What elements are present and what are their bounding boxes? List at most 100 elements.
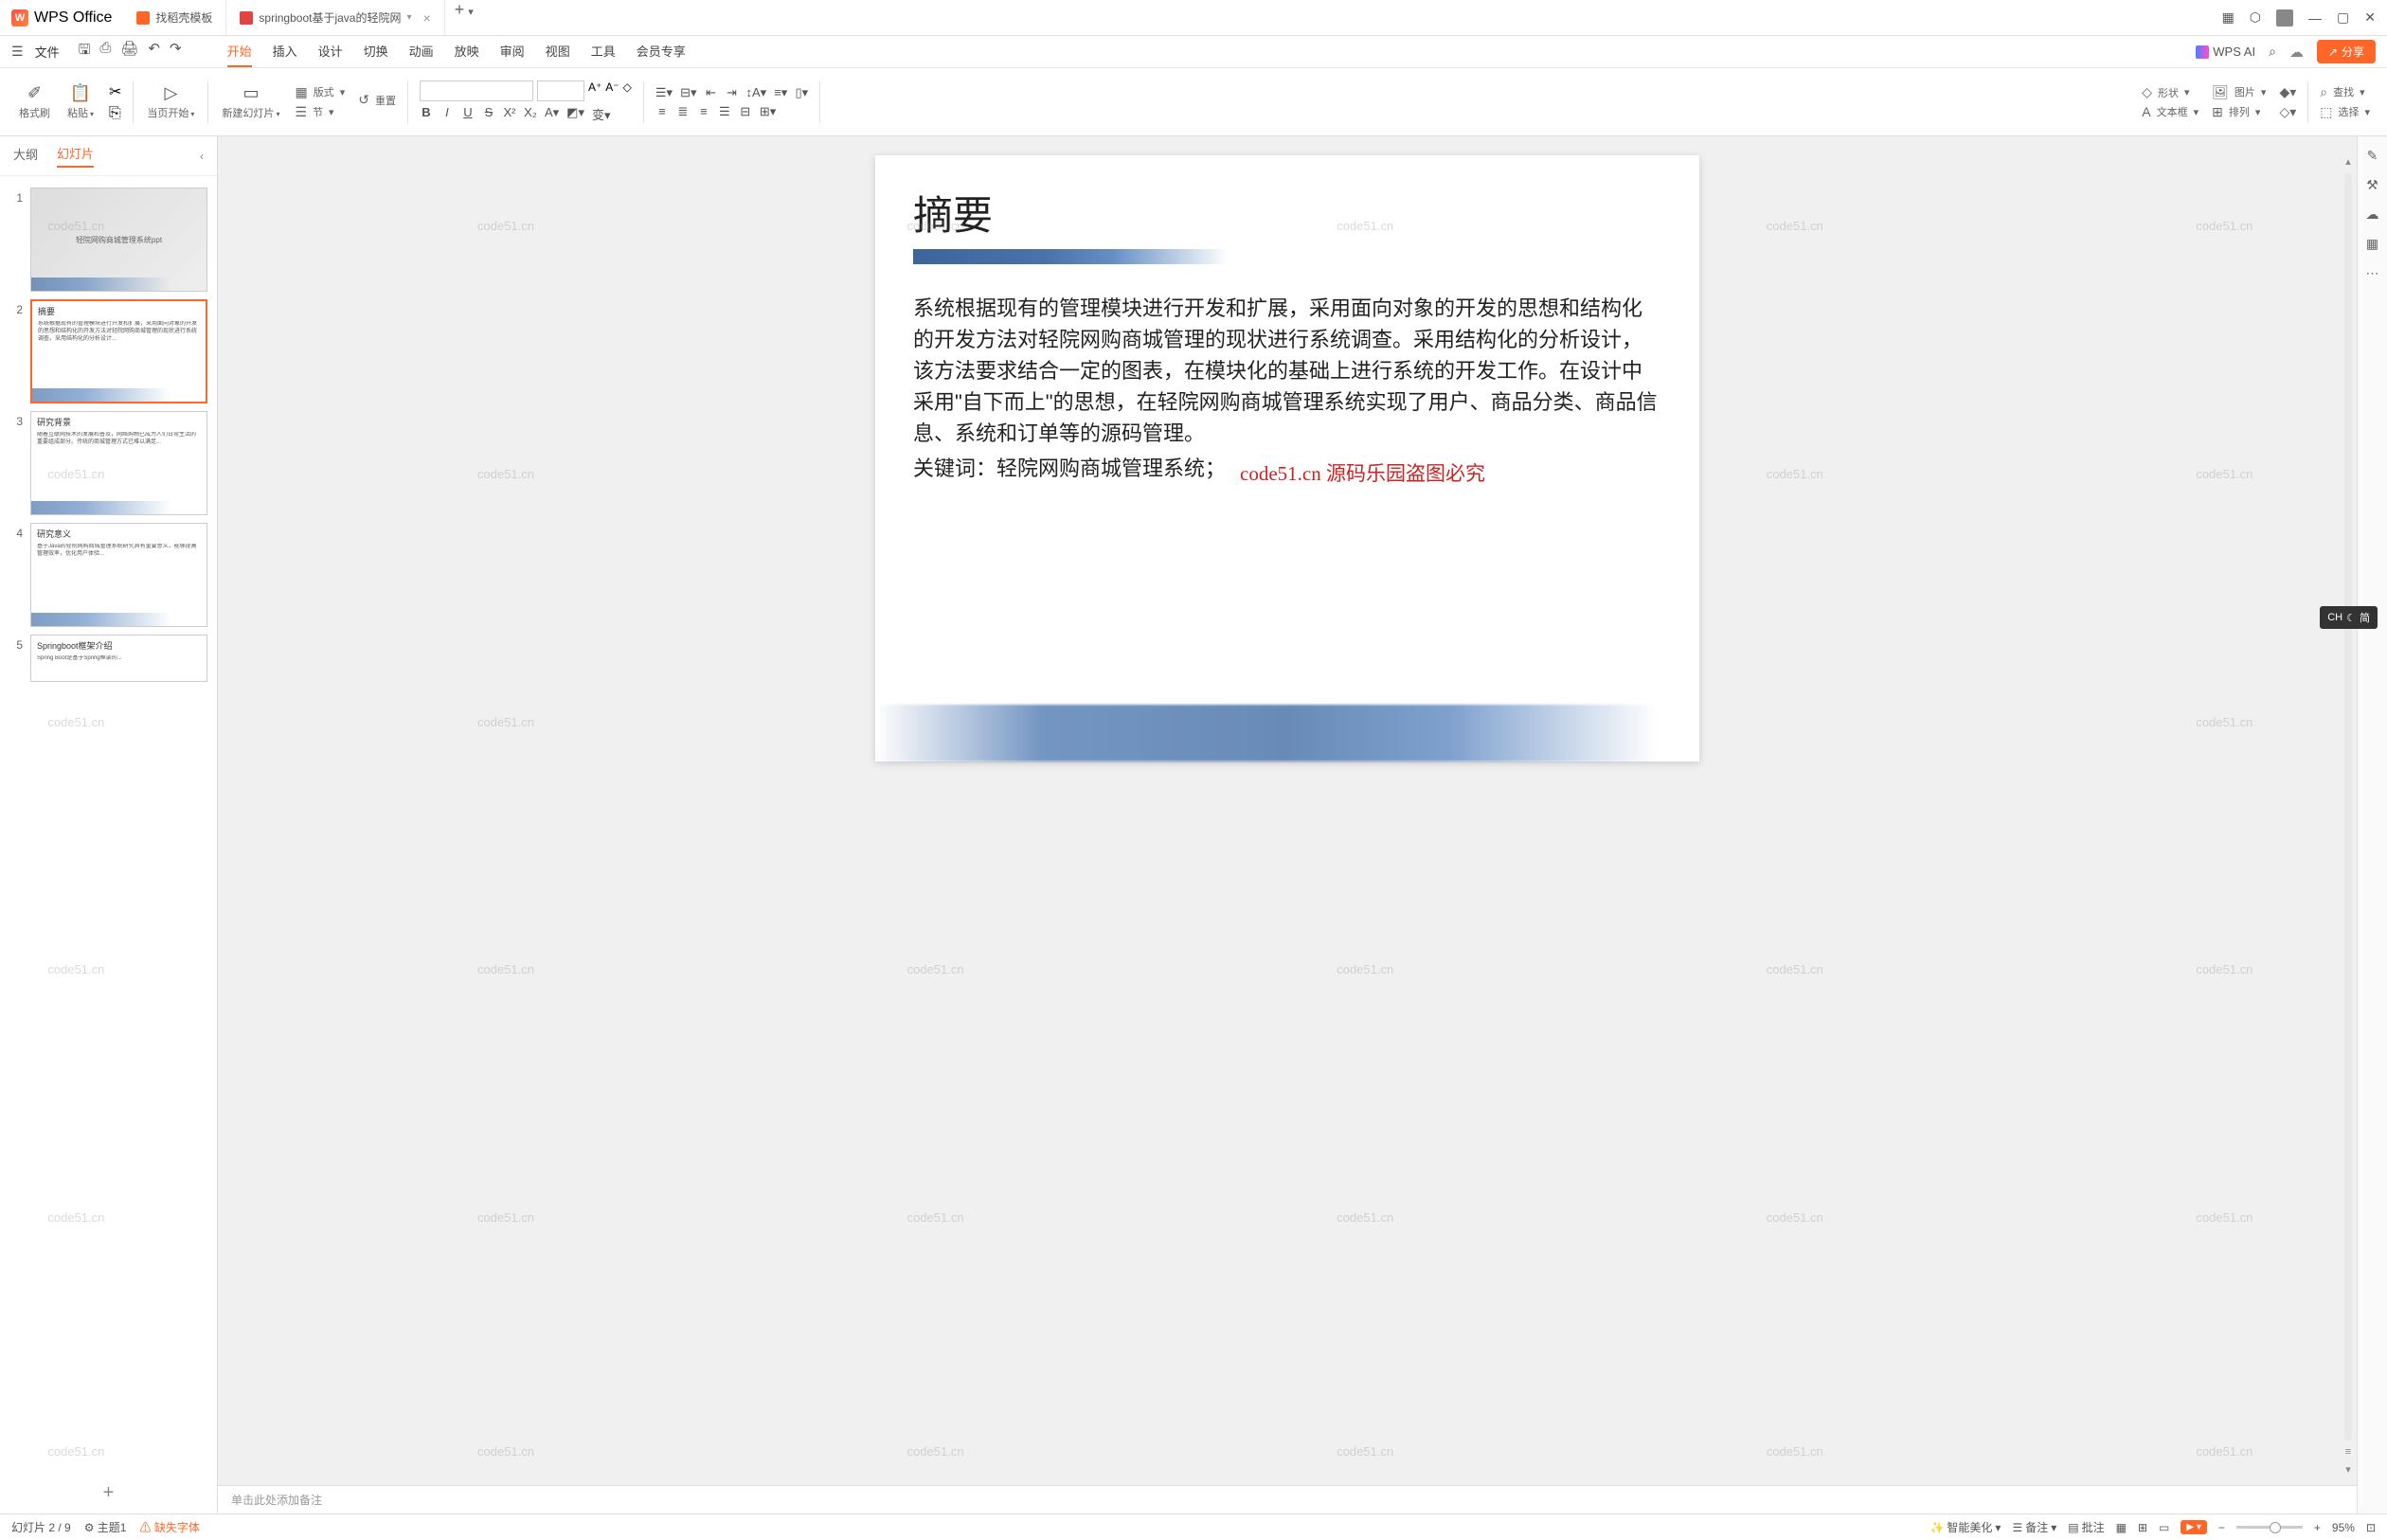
- slide-body[interactable]: 系统根据现有的管理模块进行开发和扩展，采用面向对象的开发的思想和结构化的开发方法…: [913, 293, 1661, 484]
- review-toggle-button[interactable]: ▤ 批注: [2068, 1519, 2104, 1535]
- missing-font-warning[interactable]: ⚠ 缺失字体: [139, 1519, 199, 1535]
- paste-button[interactable]: 📋粘贴▾: [60, 81, 101, 124]
- save-icon[interactable]: 🖫: [79, 40, 91, 63]
- tab-close-icon[interactable]: ×: [423, 10, 431, 26]
- zoom-slider[interactable]: [2236, 1526, 2303, 1529]
- cloud-icon[interactable]: ☁: [2289, 44, 2304, 61]
- align-left-icon[interactable]: ≡: [655, 104, 669, 119]
- font-family-input[interactable]: [420, 81, 533, 101]
- menu-tab-review[interactable]: 审阅: [500, 36, 525, 67]
- export-icon[interactable]: ⎙: [99, 40, 111, 63]
- section-button[interactable]: ☰节▾: [295, 104, 345, 120]
- print-icon[interactable]: 🖨: [120, 40, 138, 63]
- rail-tools-icon[interactable]: ⚒: [2366, 177, 2378, 193]
- bold-button[interactable]: B: [420, 105, 433, 123]
- menu-tab-tools[interactable]: 工具: [591, 36, 616, 67]
- align-center-icon[interactable]: ≣: [676, 104, 690, 119]
- tab-template[interactable]: 找稻壳模板: [123, 0, 226, 35]
- view-normal-icon[interactable]: ▦: [2116, 1521, 2127, 1534]
- arrange-button[interactable]: ⊞排列▾: [2212, 104, 2266, 120]
- find-button[interactable]: ⌕查找▾: [2320, 84, 2370, 100]
- menu-tab-view[interactable]: 视图: [546, 36, 570, 67]
- new-slide-button[interactable]: ▭新建幻灯片▾: [214, 81, 287, 124]
- ime-indicator[interactable]: CH ☾ 简: [2320, 606, 2378, 629]
- vertical-scrollbar[interactable]: [2344, 173, 2352, 1441]
- format-brush-button[interactable]: ✐格式刷: [11, 81, 58, 124]
- superscript-button[interactable]: X²: [503, 105, 516, 123]
- copy-icon[interactable]: ⎘: [109, 105, 121, 122]
- user-avatar[interactable]: [2276, 9, 2293, 27]
- subscript-button[interactable]: X₂: [524, 105, 537, 123]
- text-effects-button[interactable]: 变▾: [592, 105, 611, 123]
- menu-tab-design[interactable]: 设计: [318, 36, 343, 67]
- number-list-icon[interactable]: ⊟▾: [680, 85, 696, 100]
- window-cube-icon[interactable]: ⬡: [2250, 9, 2261, 26]
- align-distribute-icon[interactable]: ⊟: [739, 104, 752, 119]
- fit-window-icon[interactable]: ⊡: [2366, 1521, 2376, 1534]
- thumbnail-5[interactable]: Springboot框架介绍 Spring Boot是基于Spring框架的..…: [30, 635, 207, 682]
- menu-tab-insert[interactable]: 插入: [273, 36, 297, 67]
- undo-icon[interactable]: ↶: [148, 40, 160, 63]
- align-justify-icon[interactable]: ☰: [718, 104, 731, 119]
- notes-area[interactable]: 单击此处添加备注: [218, 1485, 2357, 1513]
- indent-decrease-icon[interactable]: ⇤: [704, 85, 717, 100]
- tab-add-button[interactable]: +▾: [445, 0, 483, 35]
- layout-button[interactable]: ▦版式▾: [295, 84, 345, 100]
- search-icon[interactable]: ⌕: [2269, 44, 2276, 60]
- zoom-out-icon[interactable]: −: [2218, 1521, 2225, 1534]
- scroll-down-icon[interactable]: ▾: [2345, 1463, 2351, 1476]
- cut-icon[interactable]: ✂: [109, 82, 121, 101]
- tab-dropdown-icon[interactable]: ▾: [406, 12, 411, 23]
- zoom-in-icon[interactable]: +: [2314, 1521, 2321, 1534]
- slide-canvas[interactable]: 摘要 系统根据现有的管理模块进行开发和扩展，采用面向对象的开发的思想和结构化的开…: [875, 155, 1699, 761]
- minimize-button[interactable]: —: [2308, 10, 2322, 26]
- font-decrease-icon[interactable]: A⁻: [605, 81, 619, 101]
- menu-tab-animation[interactable]: 动画: [409, 36, 434, 67]
- maximize-button[interactable]: ▢: [2337, 9, 2349, 26]
- from-current-button[interactable]: ▷当页开始▾: [139, 81, 202, 124]
- indent-increase-icon[interactable]: ⇥: [725, 85, 738, 100]
- reset-button[interactable]: ↺重置: [358, 92, 396, 108]
- font-size-input[interactable]: [537, 81, 584, 101]
- vertical-align-icon[interactable]: ⊞▾: [760, 104, 776, 119]
- shape-button[interactable]: ◇形状▾: [2142, 84, 2199, 100]
- italic-button[interactable]: I: [440, 105, 454, 123]
- hamburger-icon[interactable]: ☰: [11, 44, 24, 60]
- picture-button[interactable]: 🖼图片▾: [2212, 84, 2266, 100]
- wps-ai-button[interactable]: WPS AI: [2196, 45, 2255, 59]
- highlight-button[interactable]: ◩▾: [566, 105, 584, 123]
- menu-tab-transition[interactable]: 切换: [364, 36, 388, 67]
- share-button[interactable]: ↗ 分享: [2317, 40, 2376, 63]
- select-button[interactable]: ⬚选择▾: [2320, 104, 2370, 120]
- text-direction-icon[interactable]: ↕A▾: [745, 85, 766, 100]
- font-color-button[interactable]: A▾: [545, 105, 559, 123]
- collapse-panel-icon[interactable]: ‹: [200, 150, 204, 163]
- bullet-list-icon[interactable]: ☰▾: [655, 85, 673, 100]
- view-reading-icon[interactable]: ▭: [2159, 1521, 2169, 1534]
- view-sorter-icon[interactable]: ⊞: [2138, 1521, 2147, 1534]
- close-window-button[interactable]: ✕: [2364, 9, 2376, 26]
- thumbnail-3[interactable]: 研究背景 随着互联网技术的发展和普及，网络购物已成为人们日常生活的重要组成部分。…: [30, 411, 207, 515]
- outline-tab[interactable]: 大纲: [13, 145, 38, 167]
- slideshow-play-button[interactable]: ▶ ▾: [2181, 1520, 2207, 1534]
- menu-tab-member[interactable]: 会员专享: [637, 36, 686, 67]
- window-grid-icon[interactable]: ▦: [2222, 9, 2234, 26]
- thumbnail-4[interactable]: 研究意义 基于Java的轻院网购商城管理系统研究具有重要意义，能够提高管理效率，…: [30, 523, 207, 627]
- thumbnail-2[interactable]: 摘要 系统根据现有的管理模块进行开发和扩展，采用面向对象的开发的思想和结构化的开…: [30, 299, 207, 403]
- clear-format-icon[interactable]: ◇: [623, 81, 632, 101]
- underline-button[interactable]: U: [461, 105, 475, 123]
- prev-slide-icon[interactable]: ≡: [2345, 1446, 2351, 1458]
- slides-tab[interactable]: 幻灯片: [57, 144, 94, 168]
- slide-title[interactable]: 摘要: [913, 184, 1661, 242]
- rail-cloud-icon[interactable]: ☁: [2366, 206, 2379, 223]
- rail-pencil-icon[interactable]: ✎: [2367, 148, 2378, 164]
- shape-fill-icon[interactable]: ◆▾: [2279, 84, 2296, 100]
- rail-template-icon[interactable]: ▦: [2366, 236, 2378, 252]
- tab-document[interactable]: springboot基于java的轻院网 ▾ ×: [226, 0, 444, 35]
- line-spacing-icon[interactable]: ≡▾: [774, 85, 787, 100]
- notes-toggle-button[interactable]: ☰ 备注 ▾: [2012, 1519, 2056, 1535]
- menu-tab-slideshow[interactable]: 放映: [455, 36, 479, 67]
- align-right-icon[interactable]: ≡: [697, 104, 710, 119]
- chevron-down-icon[interactable]: ▾: [468, 7, 474, 18]
- file-menu[interactable]: 文件: [35, 43, 60, 61]
